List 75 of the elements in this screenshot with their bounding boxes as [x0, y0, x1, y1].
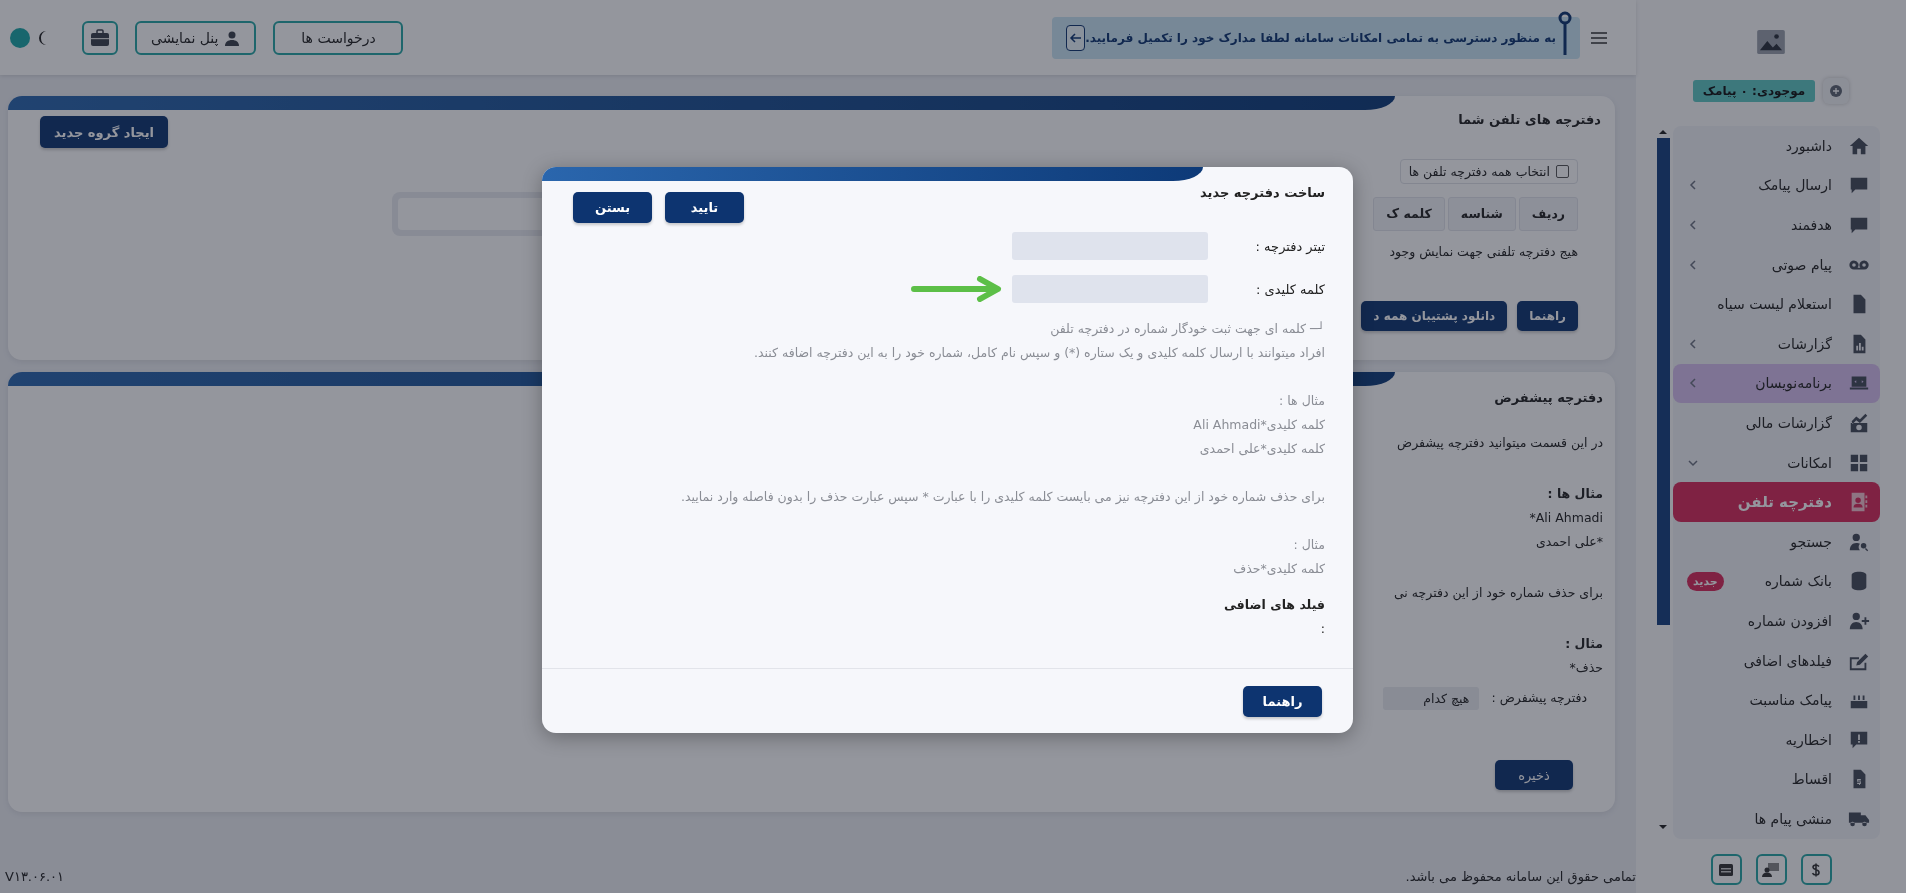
credit-badge: موجودی: ۰ پیامک — [1692, 80, 1816, 102]
briefcase-icon[interactable] — [82, 20, 118, 55]
help-text: برای حذف شماره خود از این دفترچه نیز می بایست کلمه کلیدی را با عبارت * سپس عبارت حذف را بدون فاصله وارد نمایید. — [681, 488, 1325, 507]
pin-icon — [1558, 10, 1572, 55]
menu-item[interactable]: داشبورد — [1673, 126, 1880, 166]
requests-button[interactable]: درخواست ها — [273, 20, 404, 55]
dialog-title: ساخت دفترچه جدید — [1200, 185, 1325, 200]
help-text: افراد میتوانند با ارسال کلمه کلیدی و یک ستاره (*) و سپس نام کامل، شماره خود را به این دفترچه اضافه کنند. — [754, 344, 1325, 363]
copyright-text: تمامی حقوق این سامانه محفوظ می باشد. — [1405, 868, 1636, 884]
menu-item[interactable]: اقساط — [1673, 759, 1880, 800]
menu-item[interactable]: امکانات — [1673, 442, 1880, 483]
column-header: شناسه — [1447, 197, 1516, 231]
examples-heading: مثال ها : — [1547, 485, 1603, 503]
help-text: کلمه کلیدی*Ali Ahmadi — [1193, 416, 1325, 434]
default-label: دفترچه پیشفرض : — [1491, 689, 1587, 708]
extra-fields-heading: فیلد های اضافی — [1223, 596, 1325, 614]
select-all-checkbox[interactable]: انتخاب همه دفترچه تلفن ها — [1399, 159, 1578, 184]
help-button[interactable]: راهنما — [1243, 685, 1322, 717]
intro-text: در این قسمت میتوانید دفترچه پیشفرض — [1397, 434, 1603, 453]
field-label: تیتر دفترچه : — [1254, 238, 1325, 254]
theme-dot[interactable] — [10, 27, 30, 48]
dialog-button[interactable]: بستن — [573, 192, 652, 223]
extra-fields-value: : — [1320, 620, 1325, 638]
help-text: مثال ها : — [1279, 392, 1325, 410]
empty-message: هیج دفترچه تلفنی جهت نمایش وجود — [1389, 244, 1578, 259]
field-label: کلمه کلیدی : — [1254, 281, 1325, 297]
new-group-button[interactable]: ایجاد گروه جدید — [40, 116, 168, 148]
add-credit-button[interactable] — [1823, 78, 1850, 104]
dollar-icon[interactable] — [1800, 854, 1832, 885]
example-text: *علی احمدی — [1536, 533, 1603, 551]
menu-icon[interactable] — [1590, 30, 1608, 45]
menu-item[interactable]: فیلدهای اضافی — [1673, 640, 1880, 681]
help-text: مثال : — [1293, 536, 1325, 554]
menu-item[interactable]: اخطاریه — [1673, 719, 1880, 760]
menu-item[interactable]: پیامک مناسبت — [1673, 680, 1880, 720]
card-action-button[interactable]: راهنما — [1517, 301, 1578, 331]
help-text: کلمه کلیدی*علی احمدی — [1199, 440, 1325, 458]
user-icon — [224, 29, 241, 46]
new-badge: جدید — [1687, 571, 1724, 591]
column-header: کلمه ک — [1373, 197, 1445, 231]
help-text: کلمه کلیدی*حذف — [1233, 560, 1325, 578]
save-button[interactable]: ذخیره — [1495, 760, 1573, 790]
chart-icon — [1848, 411, 1870, 434]
card-title: دفترچه پیشفرض — [1494, 389, 1603, 405]
menu-item[interactable]: برنامه‌نویسان — [1673, 363, 1880, 404]
plus-icon — [1830, 85, 1843, 97]
dialog-button[interactable]: تایید — [665, 192, 744, 223]
example-heading: مثال : — [1565, 635, 1603, 653]
menu-item[interactable]: افزودن شماره — [1673, 601, 1880, 641]
image-icon — [1757, 30, 1785, 54]
menu-item[interactable]: گزارشات مالی — [1673, 403, 1880, 443]
menu-item[interactable]: منشی پیام ها — [1673, 799, 1880, 839]
menu-item[interactable]: جستجو — [1673, 521, 1880, 562]
notice-text: به منظور دسترسی به تمامی امکانات سامانه لطفا مدارک خود را تکمیل فرمایید. — [1085, 30, 1556, 45]
menu-item[interactable]: پیام صوتی — [1673, 244, 1880, 285]
help-text: ┘─ کلمه ای جهت ثبت خودگار شماره در دفترچه تلفن — [1050, 320, 1325, 339]
user-board-icon[interactable] — [1755, 854, 1787, 885]
menu-item[interactable]: بانک شماره جدید — [1673, 561, 1880, 602]
window-icon[interactable] — [1710, 854, 1742, 885]
card-title: دفترچه های تلفن شما — [1458, 112, 1601, 127]
menu-item[interactable]: ارسال پیامک — [1673, 165, 1880, 206]
menu-item[interactable]: هدفمند — [1673, 205, 1880, 245]
arrow-left-icon — [1068, 30, 1083, 45]
default-select[interactable]: هیچ کدام — [1383, 686, 1480, 710]
delete-instruction: برای حذف شماره خود از این دفترچه نی — [1393, 584, 1603, 603]
example-text: حذف* — [1569, 659, 1603, 677]
column-header: ردیف — [1518, 197, 1578, 231]
menu-item[interactable]: گزارشات — [1673, 323, 1880, 364]
menu-item[interactable]: دفترچه تلفن — [1673, 482, 1880, 522]
version-text: V۱۳.۰۶.۰۱ — [5, 868, 65, 884]
demo-panel-button[interactable]: پنل نمایشی — [135, 20, 257, 55]
back-arrow-button[interactable] — [1066, 24, 1086, 51]
card-action-button[interactable]: دانلود پشتیبان همه د — [1361, 301, 1508, 331]
example-text: Ali Ahmadi* — [1529, 509, 1603, 527]
menu-item[interactable]: استعلام لیست سیاه — [1673, 284, 1880, 324]
